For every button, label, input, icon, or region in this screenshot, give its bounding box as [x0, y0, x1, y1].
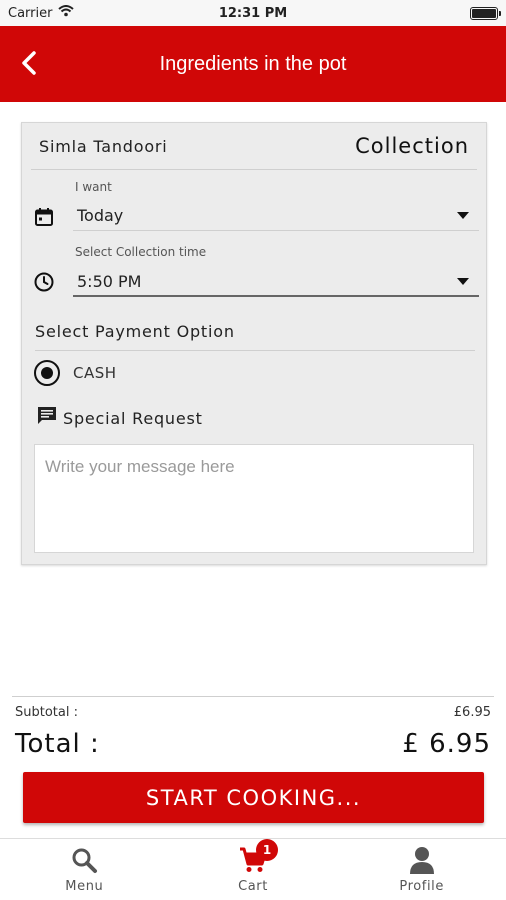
total-value: £ 6.95: [402, 729, 491, 759]
bottom-tab-bar: Menu 1 Cart Profile: [0, 838, 506, 900]
special-request-header: Special Request: [36, 405, 203, 431]
wifi-icon: [58, 5, 75, 21]
tab-menu[interactable]: Menu: [0, 839, 169, 900]
search-icon: [69, 845, 99, 875]
radio-selected-dot: [41, 367, 53, 379]
tab-profile-label: Profile: [399, 879, 444, 894]
order-type: Collection: [355, 134, 469, 158]
date-select[interactable]: Today: [73, 201, 479, 231]
total-label: Total :: [15, 729, 100, 759]
chevron-left-icon: [20, 50, 38, 80]
subtotal-label: Subtotal :: [15, 705, 78, 720]
back-button[interactable]: [14, 50, 44, 80]
status-bar: Carrier 12:31 PM: [0, 0, 506, 26]
card-header: Simla Tandoori Collection: [31, 123, 477, 170]
totals-section: Subtotal : £6.95 Total : £ 6.95: [12, 696, 494, 759]
total-row: Total : £ 6.95: [15, 729, 491, 759]
message-icon: [36, 405, 58, 431]
status-time: 12:31 PM: [218, 5, 288, 21]
restaurant-name: Simla Tandoori: [39, 136, 168, 156]
start-cooking-button[interactable]: START COOKING...: [23, 772, 484, 823]
subtotal-row: Subtotal : £6.95: [15, 705, 491, 720]
payment-section-title: Select Payment Option: [35, 321, 475, 351]
collection-time-value: 5:50 PM: [77, 271, 142, 291]
radio-button[interactable]: [34, 360, 60, 386]
date-select-value: Today: [77, 206, 124, 225]
time-field-label: Select Collection time: [75, 245, 207, 259]
battery-icon: [470, 6, 501, 20]
tab-cart-label: Cart: [238, 879, 268, 894]
carrier-label: Carrier: [8, 5, 53, 21]
calendar-icon: [33, 206, 55, 228]
payment-option-label: CASH: [73, 364, 117, 382]
cart-count-badge: 1: [256, 839, 278, 861]
cart-icon: 1: [238, 839, 278, 875]
user-icon: [407, 845, 437, 875]
payment-option-cash[interactable]: CASH: [34, 360, 117, 386]
special-request-label: Special Request: [63, 408, 203, 428]
special-request-textarea[interactable]: [34, 444, 474, 553]
clock-icon: [33, 271, 55, 293]
page-title: Ingredients in the pot: [159, 52, 347, 75]
dropdown-arrow-icon: [457, 212, 469, 219]
date-field-label: I want: [75, 180, 112, 194]
collection-time-select[interactable]: 5:50 PM: [73, 267, 479, 297]
subtotal-value: £6.95: [453, 705, 491, 720]
dropdown-arrow-icon: [457, 277, 469, 285]
tab-profile[interactable]: Profile: [337, 839, 506, 900]
tab-menu-label: Menu: [65, 879, 104, 894]
tab-cart[interactable]: 1 Cart: [169, 839, 338, 900]
app-header: Ingredients in the pot: [0, 26, 506, 102]
order-card: Simla Tandoori Collection I want Today S…: [21, 122, 487, 565]
